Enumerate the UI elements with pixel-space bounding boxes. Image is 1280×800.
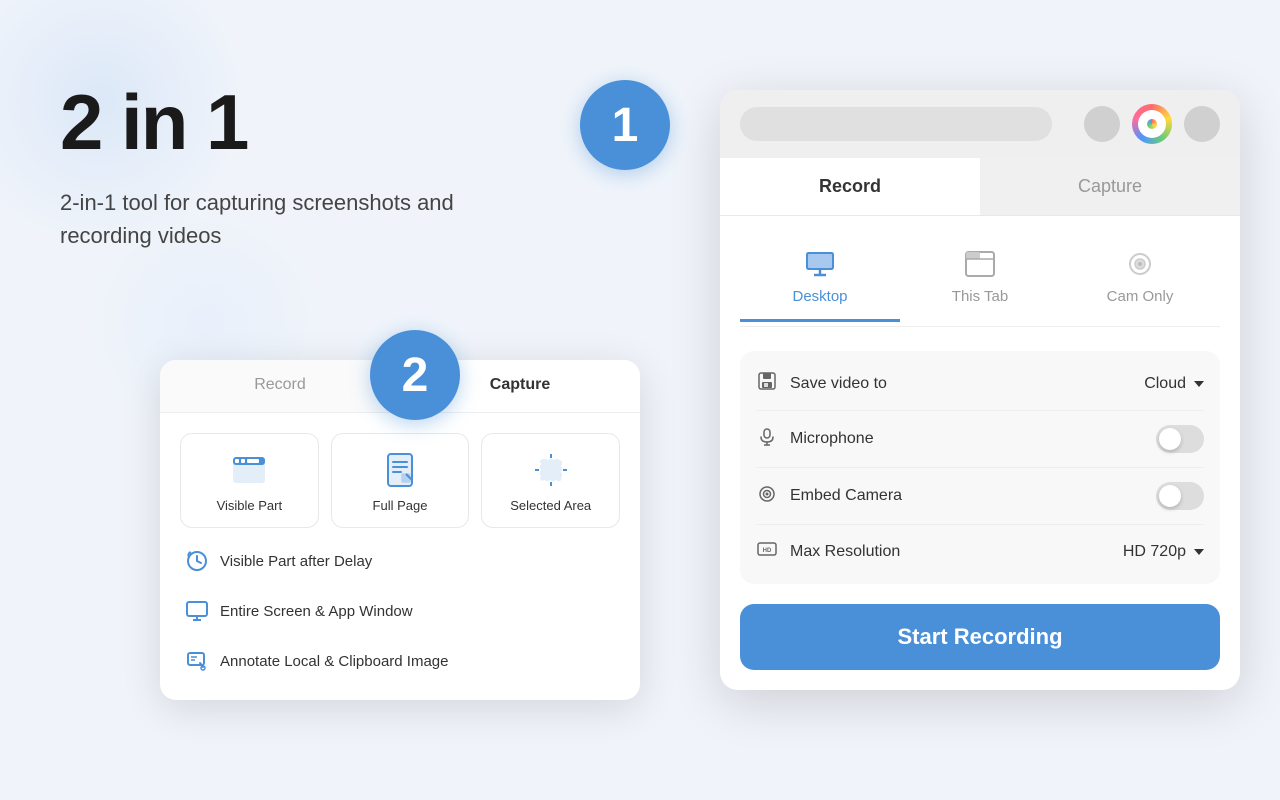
hero-subtitle: 2-in-1 tool for capturing screenshots an…	[60, 186, 460, 252]
record-panel-tabs: Record Capture	[720, 158, 1240, 216]
browser-search-bar	[740, 107, 1052, 141]
record-tab-capture[interactable]: Capture	[980, 158, 1240, 215]
resolution-label: Max Resolution	[790, 543, 1111, 561]
setting-resolution: HD Max Resolution HD 720p	[756, 525, 1204, 578]
mode-desktop[interactable]: Desktop	[740, 236, 900, 322]
browser-btn-2	[1184, 106, 1220, 142]
left-panel: 2 in 1 2-in-1 tool for capturing screens…	[60, 80, 620, 302]
panel-top-bar	[720, 90, 1240, 158]
tab-record[interactable]: Record	[160, 360, 400, 412]
hero-title: 2 in 1	[60, 80, 620, 166]
save-video-label: Save video to	[790, 375, 1132, 393]
svg-text:HD: HD	[763, 548, 772, 554]
list-item-annotate[interactable]: Annotate Local & Clipboard Image	[172, 638, 628, 684]
hd-icon: HD	[756, 539, 778, 564]
cam-icon	[1124, 248, 1156, 280]
badge-1: 1	[580, 80, 670, 170]
save-video-chevron	[1194, 381, 1204, 387]
setting-embed-camera: Embed Camera	[756, 468, 1204, 525]
save-video-value[interactable]: Cloud	[1144, 375, 1204, 393]
list-item-delay[interactable]: Visible Part after Delay	[172, 538, 628, 584]
camera-icon	[756, 484, 778, 509]
capture-full-page[interactable]: Full Page	[331, 433, 470, 528]
start-recording-button[interactable]: Start Recording	[740, 604, 1220, 670]
crop-icon	[533, 452, 569, 488]
mode-cam-only[interactable]: Cam Only	[1060, 236, 1220, 322]
capture-grid: Visible Part Full Page Selected	[160, 413, 640, 538]
page-icon	[382, 452, 418, 488]
desktop-icon	[804, 248, 836, 280]
delay-icon	[186, 550, 208, 572]
app-icon	[1132, 104, 1172, 144]
browser-btn-1	[1084, 106, 1120, 142]
record-panel: Record Capture Desktop	[720, 90, 1240, 690]
capture-visible-part[interactable]: Visible Part	[180, 433, 319, 528]
record-tab-record[interactable]: Record	[720, 158, 980, 215]
list-item-screen[interactable]: Entire Screen & App Window	[172, 588, 628, 634]
setting-save-video: Save video to Cloud	[756, 357, 1204, 411]
capture-selected-area[interactable]: Selected Area	[481, 433, 620, 528]
embed-camera-label: Embed Camera	[790, 487, 1144, 505]
resolution-value[interactable]: HD 720p	[1123, 543, 1204, 561]
screen-icon	[186, 600, 208, 622]
annotate-icon	[186, 650, 208, 672]
setting-microphone: Microphone	[756, 411, 1204, 468]
tab-icon	[964, 248, 996, 280]
mode-this-tab[interactable]: This Tab	[900, 236, 1060, 322]
settings-container: Save video to Cloud Microphone	[740, 351, 1220, 584]
microphone-label: Microphone	[790, 430, 1144, 448]
microphone-toggle[interactable]	[1156, 425, 1204, 453]
capture-list: Visible Part after Delay Entire Screen &…	[160, 538, 640, 700]
record-content: Desktop This Tab Cam Only	[720, 216, 1240, 690]
badge-2: 2	[370, 330, 460, 420]
embed-camera-toggle[interactable]	[1156, 482, 1204, 510]
window-icon	[231, 452, 267, 488]
save-icon	[756, 371, 778, 396]
mode-selector: Desktop This Tab Cam Only	[740, 236, 1220, 327]
resolution-chevron	[1194, 549, 1204, 555]
mic-icon	[756, 427, 778, 452]
